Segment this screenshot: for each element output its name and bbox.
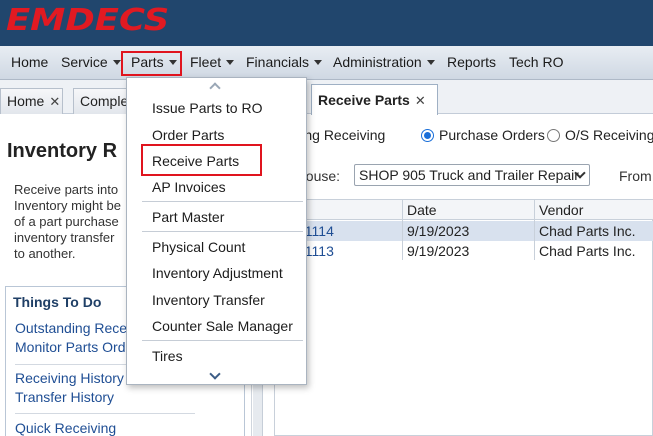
chevron-down-icon [112, 59, 121, 65]
chevron-down-icon [226, 59, 235, 65]
grid-header: Date Vendor [275, 200, 653, 220]
tab-home[interactable]: Home ✕ [0, 88, 63, 114]
nav-tech-ro[interactable]: Tech RO [509, 54, 563, 70]
things-to-do-title: Things To Do [13, 294, 102, 310]
po-date: 9/19/2023 [407, 243, 470, 259]
nav-administration[interactable]: Administration [333, 54, 435, 70]
menu-item-inventory-adjustment[interactable]: Inventory Adjustment [152, 265, 283, 281]
link-transfer-history[interactable]: Transfer History [15, 389, 114, 405]
menu-item-order-parts[interactable]: Order Parts [152, 127, 224, 143]
column-header-vendor[interactable]: Vendor [539, 202, 583, 218]
link-outstanding-receivings[interactable]: Outstanding Recei [15, 320, 130, 336]
right-panel: tanding Receiving Purchase Orders O/S Re… [264, 115, 653, 436]
column-divider [534, 200, 535, 260]
table-row[interactable]: 01114 9/19/2023 Chad Parts Inc. [275, 221, 653, 241]
nav-fleet[interactable]: Fleet [190, 54, 235, 70]
menu-divider [142, 340, 303, 341]
radio-os-receivings[interactable]: O/S Receivings [547, 127, 653, 143]
divider [15, 413, 195, 414]
page-title: Inventory R [7, 140, 118, 162]
emdecs-logo[interactable]: EMDECS [6, 3, 169, 38]
nav-reports[interactable]: Reports [447, 54, 496, 70]
tab-receive-parts[interactable]: Receive Parts ✕ [311, 84, 438, 115]
link-receiving-history[interactable]: Receiving History [15, 370, 124, 386]
link-quick-receiving[interactable]: Quick Receiving [15, 420, 116, 436]
nav-home[interactable]: Home [11, 54, 48, 70]
close-icon[interactable]: ✕ [415, 93, 426, 108]
menu-item-physical-count[interactable]: Physical Count [152, 239, 245, 255]
purchase-orders-grid: Date Vendor 01114 9/19/2023 Chad Parts I… [274, 199, 653, 436]
parts-highlight-box [121, 51, 182, 76]
po-vendor: Chad Parts Inc. [539, 243, 636, 259]
table-row[interactable]: 01113 9/19/2023 Chad Parts Inc. [275, 241, 653, 261]
tab-bar: Home ✕ Comple Receive Parts ✕ [0, 80, 653, 115]
from-label: From [619, 168, 652, 184]
scroll-down-icon[interactable] [209, 368, 221, 380]
po-vendor: Chad Parts Inc. [539, 223, 636, 239]
app-window: EMDECS Home Service Parts Fleet Financia… [0, 0, 653, 436]
menu-item-tires[interactable]: Tires [152, 348, 183, 364]
warehouse-select[interactable]: SHOP 905 Truck and Trailer Repair [354, 164, 590, 186]
menu-item-counter-sale-manager[interactable]: Counter Sale Manager [152, 318, 293, 334]
po-date: 9/19/2023 [407, 223, 470, 239]
nav-service[interactable]: Service [61, 54, 121, 70]
menu-item-issue-parts-to-ro[interactable]: Issue Parts to RO [152, 100, 262, 116]
menu-divider [142, 231, 303, 232]
parts-dropdown-menu: Issue Parts to RO Order Parts Receive Pa… [126, 77, 307, 385]
scroll-up-icon[interactable] [209, 82, 221, 94]
menu-item-inventory-transfer[interactable]: Inventory Transfer [152, 292, 265, 308]
main-nav: Home Service Parts Fleet Financials Admi… [0, 46, 653, 80]
column-divider [402, 200, 403, 260]
radio-purchase-orders[interactable]: Purchase Orders [421, 127, 545, 143]
page-description: Receive parts into Inventory might be of… [14, 182, 121, 261]
menu-item-part-master[interactable]: Part Master [152, 209, 224, 225]
column-header-date[interactable]: Date [407, 202, 437, 218]
link-monitor-parts-orders[interactable]: Monitor Parts Orde [15, 339, 133, 355]
tab-complete[interactable]: Comple [73, 88, 131, 114]
nav-financials[interactable]: Financials [246, 54, 323, 70]
radio-unchecked-icon[interactable] [547, 128, 560, 142]
menu-item-ap-invoices[interactable]: AP Invoices [152, 179, 226, 195]
menu-divider [142, 201, 303, 202]
chevron-down-icon [314, 59, 323, 65]
radio-checked-icon[interactable] [421, 128, 434, 142]
receive-parts-highlight-box [141, 144, 262, 176]
chevron-down-icon [426, 59, 435, 65]
app-header: EMDECS [0, 0, 653, 46]
close-icon[interactable]: ✕ [49, 94, 60, 109]
